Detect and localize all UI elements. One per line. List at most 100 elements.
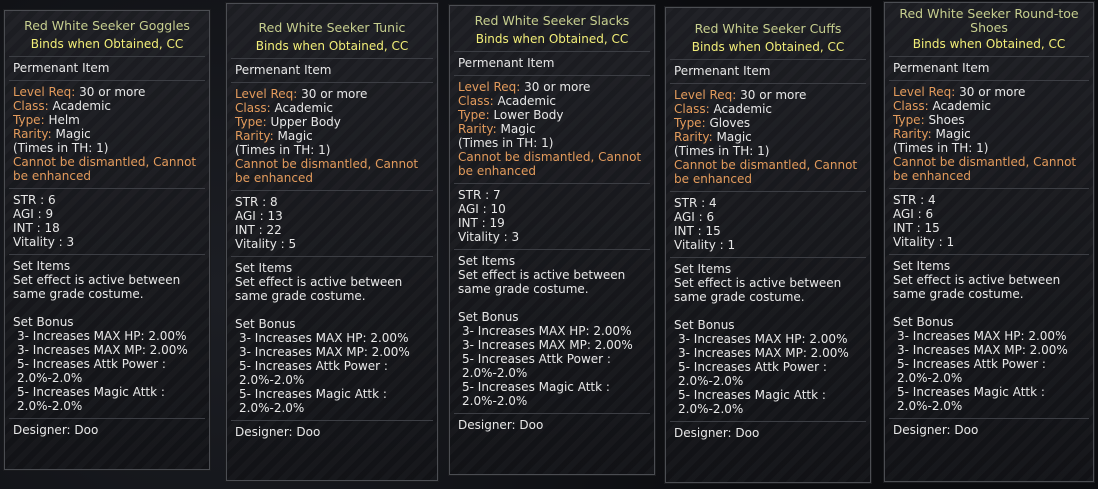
divider bbox=[9, 80, 205, 81]
item-class: Class: Academic bbox=[893, 99, 992, 113]
set-bonus-line: 5- Increases Magic Attk : 2.0%-2.0% bbox=[239, 387, 387, 415]
divider bbox=[231, 420, 433, 421]
level-requirement: Level Req: 30 or more bbox=[458, 80, 591, 94]
item-rarity: Rarity: Magic bbox=[13, 127, 91, 141]
set-bonus-line: 3- Increases MAX MP: 2.00% bbox=[17, 343, 188, 357]
item-type: Type: Helm bbox=[13, 113, 80, 127]
divider bbox=[454, 249, 650, 250]
stat-int: INT : 15 bbox=[674, 224, 721, 238]
bind-status: Binds when Obtained, CC bbox=[30, 37, 184, 51]
divider bbox=[454, 413, 650, 414]
divider bbox=[889, 254, 1089, 255]
divider bbox=[454, 183, 650, 184]
set-bonus-line: 5- Increases Magic Attk : 2.0%-2.0% bbox=[17, 385, 165, 413]
item-name: Red White Seeker Round-toe Shoes bbox=[899, 6, 1079, 35]
divider bbox=[231, 58, 433, 59]
stat-str: STR : 7 bbox=[458, 188, 501, 202]
set-bonus-label: Set Bonus bbox=[893, 315, 954, 329]
item-class: Class: Academic bbox=[235, 101, 334, 115]
times-in-th: (Times in TH: 1) bbox=[13, 141, 109, 155]
stat-vitality: Vitality : 5 bbox=[235, 237, 297, 251]
set-bonus-list: 3- Increases MAX HP: 2.00% 3- Increases … bbox=[5, 329, 209, 413]
set-bonus-list: 3- Increases MAX HP: 2.00% 3- Increases … bbox=[227, 331, 437, 415]
set-items-label: Set Items bbox=[458, 254, 516, 268]
divider bbox=[231, 82, 433, 83]
item-tooltip-goggles: Red White Seeker Goggles Binds when Obta… bbox=[3, 9, 211, 471]
stat-agi: AGI : 9 bbox=[13, 207, 54, 221]
divider bbox=[9, 56, 205, 57]
stat-str: STR : 4 bbox=[674, 196, 717, 210]
divider bbox=[670, 257, 866, 258]
set-bonus-line: 5- Increases Magic Attk : 2.0%-2.0% bbox=[678, 388, 826, 416]
designer-credit: Designer: Doo bbox=[458, 418, 544, 432]
restriction-warning: Cannot be dismantled, Cannot be enhanced bbox=[13, 155, 197, 183]
times-in-th: (Times in TH: 1) bbox=[674, 144, 770, 158]
designer-credit: Designer: Doo bbox=[674, 426, 760, 440]
item-type: Type: Lower Body bbox=[458, 108, 564, 122]
restriction-warning: Cannot be dismantled, Cannot be enhanced bbox=[235, 157, 419, 185]
stat-vitality: Vitality : 1 bbox=[893, 235, 955, 249]
divider bbox=[454, 51, 650, 52]
set-bonus-label: Set Bonus bbox=[13, 315, 74, 329]
set-bonus-list: 3- Increases MAX HP: 2.00% 3- Increases … bbox=[885, 329, 1093, 413]
set-bonus-line: 3- Increases MAX MP: 2.00% bbox=[239, 345, 410, 359]
divider bbox=[9, 254, 205, 255]
item-tooltip-slacks: Red White Seeker Slacks Binds when Obtai… bbox=[448, 4, 656, 476]
restriction-warning: Cannot be dismantled, Cannot be enhanced bbox=[893, 155, 1077, 183]
item-type: Type: Upper Body bbox=[235, 115, 341, 129]
set-bonus-line: 3- Increases MAX MP: 2.00% bbox=[897, 343, 1068, 357]
item-permanence: Permenant Item bbox=[893, 61, 990, 75]
set-bonus-line: 3- Increases MAX HP: 2.00% bbox=[462, 324, 632, 338]
item-rarity: Rarity: Magic bbox=[674, 130, 752, 144]
set-bonus-line: 5- Increases Attk Power : 2.0%-2.0% bbox=[897, 357, 1046, 385]
level-requirement: Level Req: 30 or more bbox=[674, 88, 807, 102]
set-effect-text: Set effect is active between same grade … bbox=[893, 273, 1061, 301]
item-permanence: Permenant Item bbox=[235, 63, 332, 77]
item-tooltip-shoes: Red White Seeker Round-toe Shoes Binds w… bbox=[883, 1, 1095, 483]
restriction-warning: Cannot be dismantled, Cannot be enhanced bbox=[674, 158, 858, 186]
divider bbox=[889, 188, 1089, 189]
designer-credit: Designer: Doo bbox=[235, 425, 321, 439]
item-name: Red White Seeker Slacks bbox=[474, 13, 630, 28]
divider bbox=[670, 59, 866, 60]
set-bonus-line: 5- Increases Attk Power : 2.0%-2.0% bbox=[678, 360, 827, 388]
set-effect-text: Set effect is active between same grade … bbox=[13, 273, 181, 301]
divider bbox=[670, 83, 866, 84]
set-bonus-label: Set Bonus bbox=[674, 318, 735, 332]
stat-str: STR : 8 bbox=[235, 195, 278, 209]
item-name: Red White Seeker Cuffs bbox=[694, 21, 842, 36]
divider bbox=[9, 418, 205, 419]
set-items-label: Set Items bbox=[13, 259, 71, 273]
times-in-th: (Times in TH: 1) bbox=[458, 136, 554, 150]
stat-agi: AGI : 6 bbox=[674, 210, 715, 224]
set-bonus-list: 3- Increases MAX HP: 2.00% 3- Increases … bbox=[450, 324, 654, 408]
set-items-label: Set Items bbox=[235, 261, 293, 275]
set-bonus-line: 3- Increases MAX HP: 2.00% bbox=[17, 329, 187, 343]
designer-credit: Designer: Doo bbox=[893, 423, 979, 437]
stat-vitality: Vitality : 1 bbox=[674, 238, 736, 252]
divider bbox=[889, 80, 1089, 81]
bind-status: Binds when Obtained, CC bbox=[691, 40, 845, 54]
designer-credit: Designer: Doo bbox=[13, 423, 99, 437]
item-class: Class: Academic bbox=[458, 94, 557, 108]
divider bbox=[9, 188, 205, 189]
divider bbox=[454, 75, 650, 76]
set-effect-text: Set effect is active between same grade … bbox=[235, 275, 403, 303]
stat-int: INT : 15 bbox=[893, 221, 940, 235]
set-bonus-list: 3- Increases MAX HP: 2.00% 3- Increases … bbox=[666, 332, 870, 416]
item-tooltip-cuffs: Red White Seeker Cuffs Binds when Obtain… bbox=[664, 6, 872, 484]
stat-agi: AGI : 10 bbox=[458, 202, 506, 216]
item-permanence: Permenant Item bbox=[674, 64, 771, 78]
level-requirement: Level Req: 30 or more bbox=[893, 85, 1026, 99]
bind-status: Binds when Obtained, CC bbox=[255, 39, 409, 53]
stat-str: STR : 6 bbox=[13, 193, 56, 207]
set-bonus-line: 5- Increases Attk Power : 2.0%-2.0% bbox=[239, 359, 388, 387]
set-effect-text: Set effect is active between same grade … bbox=[674, 276, 842, 304]
set-bonus-line: 3- Increases MAX HP: 2.00% bbox=[239, 331, 409, 345]
divider bbox=[231, 256, 433, 257]
divider bbox=[889, 56, 1089, 57]
set-bonus-line: 5- Increases Magic Attk : 2.0%-2.0% bbox=[897, 385, 1045, 413]
set-bonus-label: Set Bonus bbox=[235, 317, 296, 331]
set-bonus-label: Set Bonus bbox=[458, 310, 519, 324]
stat-int: INT : 22 bbox=[235, 223, 282, 237]
